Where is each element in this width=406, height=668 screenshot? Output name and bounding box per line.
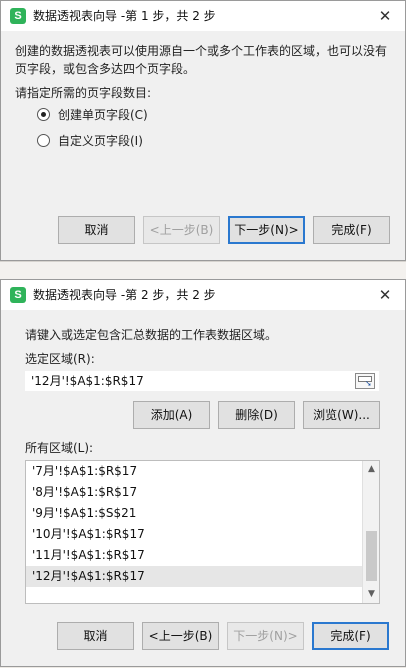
radio-label: 创建单页字段(C): [58, 108, 148, 122]
radio-button-icon[interactable]: [37, 108, 50, 121]
range-picker-icon[interactable]: ➘: [355, 373, 375, 389]
finish-button[interactable]: 完成(F): [312, 622, 389, 650]
list-item[interactable]: '10月'!$A$1:$R$17: [26, 524, 363, 545]
pivot-wizard-step1-dialog: S 数据透视表向导 -第 1 步，共 2 步 ✕ 创建的数据透视表可以使用源自一…: [0, 0, 406, 261]
list-item[interactable]: '9月'!$A$1:$S$21: [26, 503, 363, 524]
wps-app-icon: S: [10, 8, 26, 24]
spreadsheet-background: [0, 261, 406, 279]
range-list: '7月'!$A$1:$R$17'8月'!$A$1:$R$17'9月'!$A$1:…: [26, 461, 363, 587]
next-button[interactable]: 下一步(N)>: [228, 216, 305, 244]
scroll-thumb[interactable]: [366, 531, 377, 581]
add-range-button[interactable]: 添加(A): [133, 401, 210, 429]
delete-range-button[interactable]: 删除(D): [218, 401, 295, 429]
list-item[interactable]: '12月'!$A$1:$R$17: [26, 566, 363, 587]
cancel-button[interactable]: 取消: [57, 622, 134, 650]
page-field-prompt: 请指定所需的页字段数目:: [15, 86, 152, 100]
title-bar: S 数据透视表向导 -第 2 步，共 2 步 ✕: [1, 280, 405, 310]
close-icon[interactable]: ✕: [365, 1, 405, 31]
radio-label: 自定义页字段(I): [58, 134, 143, 148]
list-item[interactable]: '7月'!$A$1:$R$17: [26, 461, 363, 482]
next-button[interactable]: 下一步(N)>: [227, 622, 304, 650]
all-ranges-label: 所有区域(L):: [25, 441, 94, 455]
cancel-button[interactable]: 取消: [58, 216, 135, 244]
range-instruction: 请键入或选定包含汇总数据的工作表数据区域。: [25, 328, 278, 342]
title-bar: S 数据透视表向导 -第 1 步，共 2 步 ✕: [1, 1, 405, 31]
dialog-title: 数据透视表向导 -第 1 步，共 2 步: [33, 9, 216, 23]
back-button[interactable]: <上一步(B): [142, 622, 219, 650]
wizard-description: 创建的数据透视表可以使用源自一个或多个工作表的区域，也可以没有页字段，或包含多达…: [15, 44, 388, 76]
selected-range-label: 选定区域(R):: [25, 352, 95, 366]
back-button[interactable]: <上一步(B): [143, 216, 220, 244]
radio-button-icon[interactable]: [37, 134, 50, 147]
wps-app-icon: S: [10, 287, 26, 303]
selected-range-input[interactable]: '12月'!$A$1:$R$17: [25, 371, 379, 391]
all-ranges-listbox[interactable]: '7月'!$A$1:$R$17'8月'!$A$1:$R$17'9月'!$A$1:…: [25, 460, 380, 604]
listbox-scrollbar[interactable]: ▲ ▼: [362, 461, 379, 603]
close-icon[interactable]: ✕: [365, 280, 405, 310]
finish-button[interactable]: 完成(F): [313, 216, 390, 244]
dialog-title: 数据透视表向导 -第 2 步，共 2 步: [33, 288, 216, 302]
list-item[interactable]: '11月'!$A$1:$R$17: [26, 545, 363, 566]
scroll-down-icon[interactable]: ▼: [363, 586, 379, 603]
browse-button[interactable]: 浏览(W)...: [303, 401, 380, 429]
list-item[interactable]: '8月'!$A$1:$R$17: [26, 482, 363, 503]
scroll-up-icon[interactable]: ▲: [363, 461, 379, 478]
